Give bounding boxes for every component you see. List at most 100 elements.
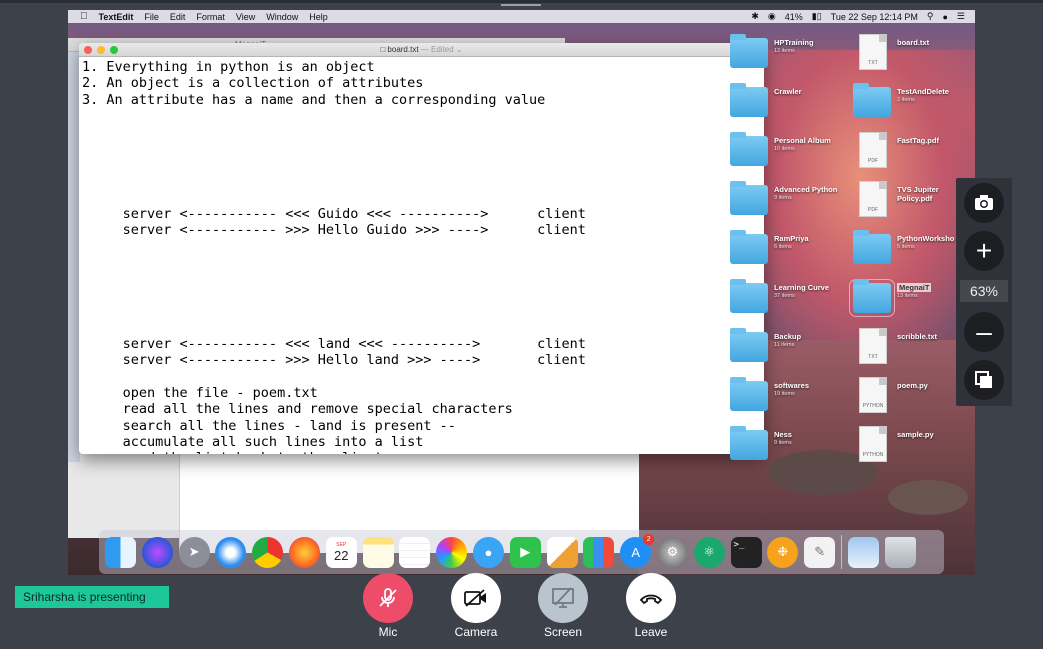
zoom-in-button[interactable]: + <box>964 231 1004 271</box>
editor-line: send the list back to the client <box>82 450 764 454</box>
menu-view[interactable]: View <box>236 12 255 22</box>
messages-icon[interactable]: ● <box>472 536 504 568</box>
drag-handle[interactable] <box>501 4 541 6</box>
keynote-icon[interactable] <box>546 536 578 568</box>
terminal-icon[interactable]: >_ <box>730 536 762 568</box>
spotlight-icon[interactable]: ⚲ <box>927 11 934 22</box>
file-type-tag: PDF <box>868 207 878 213</box>
editor-line: read all the lines and remove special ch… <box>82 401 513 418</box>
desktop-item-count: 37 items <box>774 293 795 299</box>
fullscreen-button[interactable] <box>110 46 118 54</box>
photos-icon[interactable] <box>436 536 468 568</box>
zoom-out-button[interactable]: – <box>964 312 1004 352</box>
sublime-icon[interactable]: ❉ <box>767 536 799 568</box>
atom-icon[interactable]: ⚛ <box>693 536 725 568</box>
minimize-button[interactable] <box>97 46 105 54</box>
desktop-item[interactable]: Personal Album 10 items <box>730 132 840 172</box>
textedit-icon[interactable]: ✎ <box>804 536 836 568</box>
editor-status[interactable]: — Edited ⌄ <box>421 45 463 54</box>
desktop-item-name: poem.py <box>897 381 928 390</box>
desktop-item[interactable]: PDF FastTag.pdf <box>853 132 963 172</box>
menu-help[interactable]: Help <box>309 12 328 22</box>
mic-button[interactable] <box>363 573 413 623</box>
desktop-item[interactable]: TestAndDelete 2 items <box>853 83 963 123</box>
mic-off-icon <box>379 588 397 607</box>
desktop-item[interactable]: Crawler <box>730 83 840 123</box>
menu-format[interactable]: Format <box>196 12 225 22</box>
window-top-bar <box>0 0 1043 3</box>
folder-icon <box>730 132 768 166</box>
app-store-icon[interactable]: A2 <box>620 533 655 568</box>
menu-app-name[interactable]: TextEdit <box>99 12 134 22</box>
screen-label: Screen <box>543 625 583 639</box>
desktop-item[interactable]: PythonWorksho 5 items <box>853 230 963 270</box>
desktop-item[interactable]: HPTraining 12 items <box>730 34 840 74</box>
battery-icon[interactable]: ▮▯ <box>812 11 822 22</box>
finder-icon[interactable] <box>105 536 136 568</box>
clock[interactable]: Tue 22 Sep 12:14 PM <box>831 12 918 22</box>
desktop-item[interactable]: PDF TVS Jupiter Policy.pdf <box>853 181 963 221</box>
leave-button[interactable] <box>626 573 676 623</box>
editor-line: 2. An object is a collection of attribut… <box>82 75 424 92</box>
system-preferences-icon[interactable]: ⚙ <box>656 536 688 568</box>
mic-label: Mic <box>378 625 398 639</box>
document-icon: PYTHON <box>859 426 887 462</box>
desktop-item-name: sample.py <box>897 430 934 439</box>
desktop-item[interactable]: TXT board.txt <box>853 34 963 74</box>
desktop-item[interactable]: Ness 9 items <box>730 426 840 466</box>
desktop-item[interactable]: softwares 19 items <box>730 377 840 417</box>
wifi-icon[interactable]: ◉ <box>768 11 776 22</box>
folder-icon <box>730 181 768 215</box>
calendar-icon[interactable]: SEP 22 <box>325 536 357 568</box>
siri-icon[interactable] <box>141 536 173 568</box>
desktop-item[interactable]: Backup 11 items <box>730 328 840 368</box>
desktop-item[interactable]: PYTHON sample.py <box>853 426 963 466</box>
editor-filename: board.txt <box>387 45 419 54</box>
camera-button[interactable] <box>451 573 501 623</box>
siri-icon[interactable]: ● <box>942 12 947 22</box>
camera-label: Camera <box>454 625 498 639</box>
desktop-item[interactable]: PYTHON poem.py <box>853 377 963 417</box>
desktop-item-name: PythonWorksho <box>897 234 955 243</box>
notes-icon[interactable] <box>362 536 394 568</box>
desktop-item-count: 5 items <box>897 244 915 250</box>
screenshot-button[interactable] <box>964 183 1004 223</box>
fit-screen-button[interactable] <box>964 360 1004 400</box>
desktop-item-count: 9 items <box>774 440 792 446</box>
menu-window[interactable]: Window <box>266 12 298 22</box>
safari-icon[interactable] <box>215 536 247 568</box>
desktop-item[interactable]: TXT scribble.txt <box>853 328 963 368</box>
editor-titlebar[interactable]: □ board.txt — Edited ⌄ <box>79 43 764 57</box>
editor-text-area[interactable]: 1. Everything in python is an object 2. A… <box>79 57 764 454</box>
hang-up-icon <box>639 594 663 605</box>
close-button[interactable] <box>84 46 92 54</box>
textedit-window[interactable]: □ board.txt — Edited ⌄ 1. Everything in … <box>79 43 764 454</box>
bluetooth-icon[interactable]: ✱ <box>751 11 759 22</box>
desktop-item-name: Backup <box>774 332 802 341</box>
desktop-item-count: 10 items <box>774 146 795 152</box>
file-type-tag: TXT <box>868 354 878 360</box>
menu-edit[interactable]: Edit <box>170 12 186 22</box>
launchpad-icon[interactable]: ➤ <box>178 536 210 568</box>
desktop-item-name: Personal Album <box>774 136 831 145</box>
desktop-item[interactable]: MegnaiT 13 items <box>849 279 963 319</box>
facetime-icon[interactable]: ▶ <box>509 536 541 568</box>
reminders-icon[interactable] <box>399 536 431 568</box>
desktop-item-count: 9 items <box>774 195 792 201</box>
menu-file[interactable]: File <box>144 12 159 22</box>
numbers-icon[interactable] <box>583 536 615 568</box>
desktop-item[interactable]: Learning Curve 37 items <box>730 279 840 319</box>
trash-icon[interactable] <box>884 536 916 568</box>
screen-share-button[interactable] <box>538 573 588 623</box>
notification-center-icon[interactable]: ☰ <box>957 11 965 22</box>
chrome-icon[interactable] <box>252 536 284 568</box>
desktop-item[interactable]: RamPriya 6 items <box>730 230 840 270</box>
battery-percent[interactable]: 41% <box>785 12 803 22</box>
downloads-stack-icon[interactable] <box>847 536 879 568</box>
firefox-icon[interactable] <box>288 536 320 568</box>
apple-icon[interactable]:  <box>80 11 88 22</box>
desktop-item[interactable]: Advanced Python 9 items <box>730 181 840 221</box>
desktop-item-count: 11 items <box>774 342 795 348</box>
